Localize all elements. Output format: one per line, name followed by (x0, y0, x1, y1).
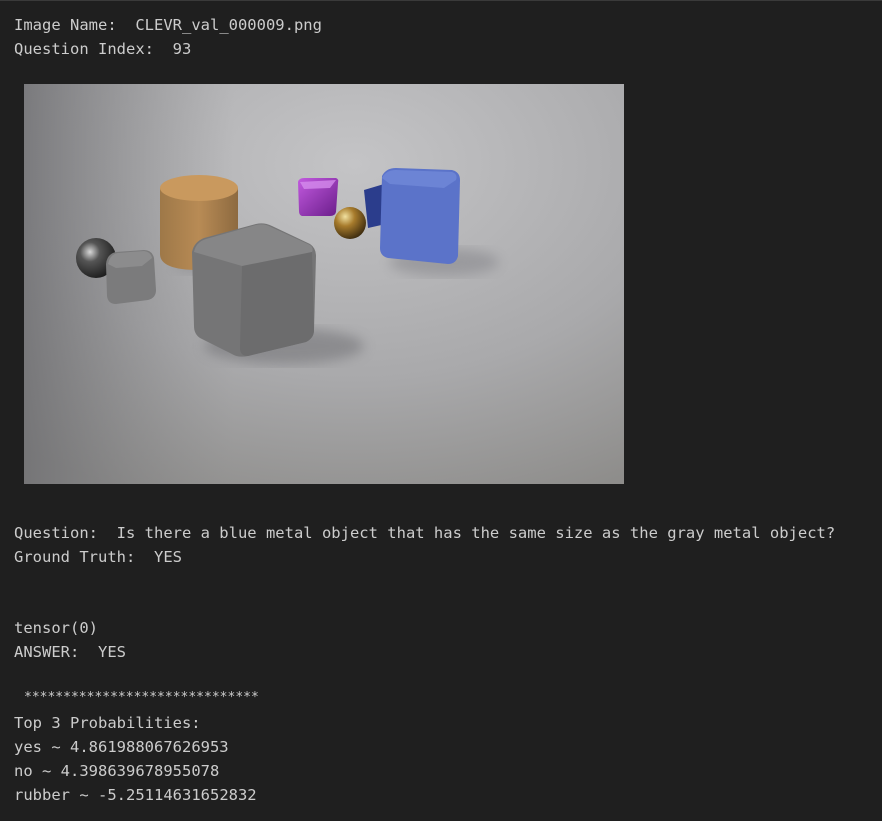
probability-label: rubber (14, 786, 70, 804)
tensor-line: tensor(0) (14, 619, 98, 637)
probability-label: no (14, 762, 33, 780)
probability-value: 4.861988067626953 (70, 738, 229, 756)
ground-truth-label: Ground Truth: (14, 548, 154, 566)
top-border (0, 0, 882, 1)
probability-row: no ~ 4.398639678955078 (14, 761, 219, 781)
ground-truth-line: Ground Truth: YES (14, 547, 182, 567)
question-text: Is there a blue metal object that has th… (116, 524, 836, 542)
question-index-label: Question Index: (14, 40, 173, 58)
image-name-value: CLEVR_val_000009.png (135, 16, 322, 34)
probability-value: 4.398639678955078 (60, 762, 220, 780)
image-name-label: Image Name: (14, 16, 136, 34)
question-label: Question: (14, 524, 117, 542)
probability-separator: ~ (32, 762, 61, 780)
probability-row: rubber ~ -5.25114631652832 (14, 785, 257, 805)
answer-label: ANSWER: (14, 643, 98, 661)
image-name-line: Image Name: CLEVR_val_000009.png (14, 15, 322, 35)
probability-separator: ~ (42, 738, 70, 756)
probability-value: -5.25114631652832 (98, 786, 257, 804)
ground-truth-value: YES (153, 548, 182, 566)
probability-label: yes (14, 738, 42, 756)
probability-row: yes ~ 4.861988067626953 (14, 737, 229, 757)
question-index-line: Question Index: 93 (14, 39, 191, 59)
clevr-scene-image (24, 84, 624, 484)
question-index-value: 93 (172, 40, 192, 58)
separator-line: ****************************** (24, 690, 259, 705)
top-probabilities-title: Top 3 Probabilities: (14, 714, 201, 732)
answer-line: ANSWER: YES (14, 642, 126, 662)
question-line: Question: Is there a blue metal object t… (14, 523, 835, 543)
answer-value: YES (98, 643, 126, 661)
probability-separator: ~ (70, 786, 98, 804)
